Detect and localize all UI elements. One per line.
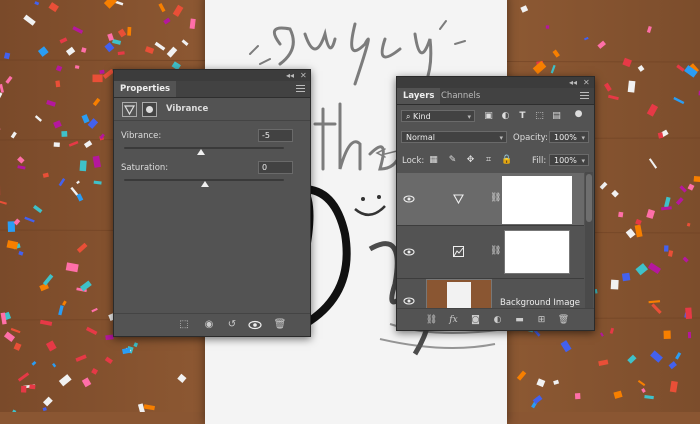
filter-kind-value: Kind [413,112,431,121]
search-icon: ⌕ [406,112,413,121]
confetti-piece [618,212,623,218]
layers-panel: ◂◂ ✕ Layers Channels ⌕ Kind▾ ▣ ◐ T ⬚ ▤ ●… [396,76,595,331]
filter-pixel-icon[interactable]: ▣ [483,111,494,122]
chain-link-icon[interactable]: ⛓ [490,193,501,204]
layer-style-fx-icon[interactable]: fx [447,314,460,326]
confetti-piece [622,273,630,281]
confetti-piece [575,393,581,399]
layer-row-background-image[interactable]: Background Image [397,279,584,310]
background-image-thumbnail[interactable] [426,279,492,310]
view-previous-state-icon[interactable]: ◉ [202,319,216,331]
visibility-eye-icon[interactable] [248,319,262,331]
layer-mask-thumbnail[interactable] [502,176,572,224]
vibrance-value-field[interactable]: -5 [258,129,293,142]
confetti-piece [694,176,700,182]
properties-panel: ◂◂ ✕ Properties Vibrance Vibrance: -5 Sa… [113,69,311,337]
layer-mask-thumbnail[interactable] [504,230,570,274]
properties-tabbar: Properties [114,81,310,98]
double-chevron-icon[interactable]: ◂◂ [286,70,294,81]
double-chevron-icon[interactable]: ◂◂ [569,77,577,88]
layer-name[interactable]: Background Image [500,298,580,308]
hamburger-icon[interactable] [296,85,305,92]
fill-field[interactable]: 100%▾ [549,154,589,166]
new-adjustment-layer-icon[interactable]: ◐ [491,314,504,326]
layer-row-levels[interactable]: ⛓ [397,226,584,279]
panel-titlebar[interactable]: ◂◂ ✕ [397,77,594,88]
close-icon[interactable]: ✕ [300,70,307,81]
tab-properties[interactable]: Properties [114,81,176,97]
add-mask-icon[interactable]: ◙ [469,314,482,326]
link-layers-icon[interactable]: ⛓ [425,314,438,326]
layers-tabbar: Layers Channels [397,88,594,105]
hamburger-icon[interactable] [580,92,589,99]
layer-row-vibrance[interactable]: ⛓ [397,173,584,226]
scrollbar-thumb[interactable] [586,174,592,222]
saturation-slider-thumb[interactable] [201,181,209,187]
layers-footer: ⛓ fx ◙ ◐ ▬ ⊞ 🗑 [397,308,594,330]
confetti-piece [546,25,549,28]
confetti-piece [685,307,692,319]
saturation-value-field[interactable]: 0 [258,161,293,174]
clip-to-layer-icon[interactable]: ⬚ [177,319,191,331]
saturation-label: Saturation: [121,163,168,173]
confetti-piece [127,27,131,36]
tab-layers[interactable]: Layers [397,88,440,104]
filter-kind-dropdown[interactable]: ⌕ Kind▾ [401,110,475,122]
vibrance-slider-thumb[interactable] [197,149,205,155]
thumbnail-paper [447,282,471,310]
confetti-piece [688,332,691,338]
fill-value: 100% [554,156,577,165]
confetti-piece [628,81,636,93]
filter-type-icon[interactable]: T [517,111,528,122]
vibrance-adjustment-icon [453,193,464,204]
confetti-piece [92,75,102,83]
new-layer-icon[interactable]: ⊞ [535,314,548,326]
layers-scrollbar[interactable] [585,172,593,308]
adjustment-title: Vibrance [166,104,208,114]
blend-mode-value: Normal [406,133,435,142]
opacity-field[interactable]: 100%▾ [549,131,589,143]
filter-toggle-icon[interactable]: ● [573,109,584,120]
delete-icon[interactable]: 🗑 [273,319,287,331]
vibrance-label: Vibrance: [121,131,161,141]
confetti-piece [99,70,104,74]
lock-transparent-pixels-icon[interactable]: ▦ [428,155,439,166]
filter-smart-object-icon[interactable]: ▤ [551,111,562,122]
opacity-value: 100% [554,133,577,142]
confetti-piece [54,142,60,147]
confetti-piece [21,386,26,393]
visibility-eye-icon[interactable] [403,247,415,257]
confetti-piece [611,280,619,290]
visibility-eye-icon[interactable] [403,296,415,306]
delete-layer-icon[interactable]: 🗑 [557,314,570,326]
confetti-piece [664,331,671,340]
opacity-label: Opacity: [513,133,548,143]
chain-link-icon[interactable]: ⛓ [490,246,501,257]
confetti-piece [80,160,87,171]
reset-icon[interactable]: ↺ [225,319,239,331]
fill-label: Fill: [532,156,546,166]
blend-mode-dropdown[interactable]: Normal▾ [401,131,507,143]
close-icon[interactable]: ✕ [583,77,590,88]
confetti-piece [61,131,67,137]
lock-position-icon[interactable]: ✥ [465,155,476,166]
panel-titlebar[interactable]: ◂◂ ✕ [114,70,310,81]
vibrance-triangle-icon [122,102,137,117]
levels-adjustment-icon [453,246,464,257]
lock-artboard-icon[interactable]: ⌗ [483,155,494,166]
adjustment-header: Vibrance [114,98,310,121]
filter-shape-icon[interactable]: ⬚ [534,111,545,122]
confetti-piece [55,80,60,87]
lock-all-icon[interactable]: 🔒 [501,155,512,166]
properties-footer: ⬚ ◉ ↺ 🗑 [114,313,310,336]
filter-adjustment-icon[interactable]: ◐ [500,111,511,122]
layer-mask-icon[interactable] [142,102,157,117]
confetti-piece [664,245,669,251]
new-group-folder-icon[interactable]: ▬ [513,314,526,326]
lock-image-pixels-icon[interactable]: ✎ [447,155,458,166]
lock-label: Lock: [402,156,424,166]
confetti-piece [29,384,35,389]
tab-channels[interactable]: Channels [435,88,486,104]
visibility-eye-icon[interactable] [403,194,415,204]
